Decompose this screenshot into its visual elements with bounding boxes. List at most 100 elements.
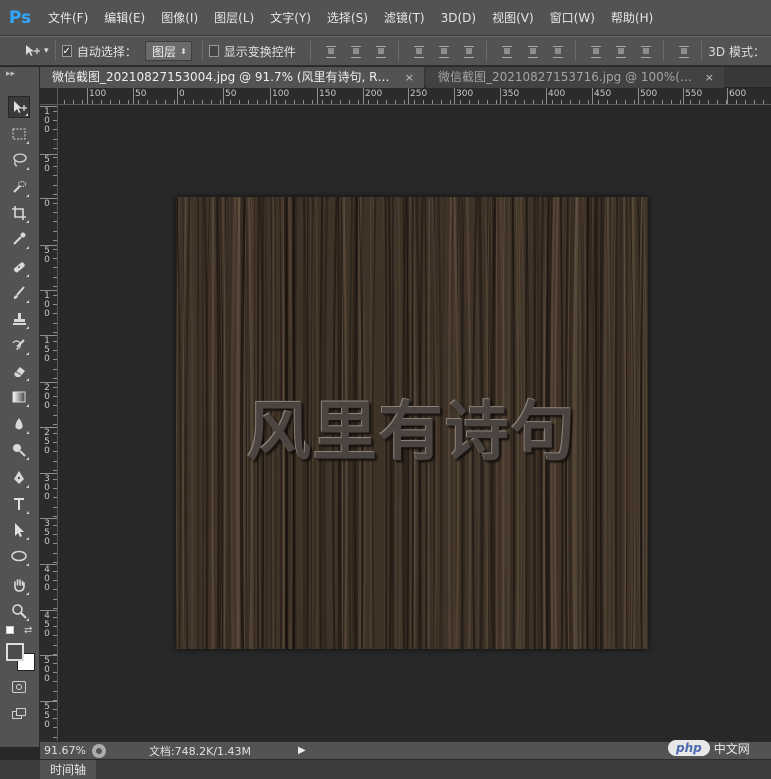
- stamp-tool[interactable]: [8, 308, 30, 330]
- ruler-minor-tick: [53, 645, 57, 646]
- ruler-minor-tick: [266, 100, 267, 104]
- menu-item[interactable]: 图像(I): [153, 0, 206, 36]
- show-transform-checkbox[interactable]: [208, 45, 219, 57]
- distribute-left-icon[interactable]: [589, 44, 601, 58]
- ruler-minor-tick: [644, 100, 645, 104]
- menu-item[interactable]: 图层(L): [206, 0, 262, 36]
- dodge-tool[interactable]: [8, 439, 30, 461]
- zoom-level[interactable]: 91.67%: [40, 744, 88, 757]
- menu-item[interactable]: 滤镜(T): [376, 0, 433, 36]
- align-vcenter-icon[interactable]: [349, 44, 362, 58]
- history-brush-tool[interactable]: [8, 334, 30, 356]
- ruler-tick: [500, 88, 501, 104]
- close-icon[interactable]: ×: [705, 67, 714, 88]
- distribute-bottom-icon[interactable]: [551, 44, 563, 58]
- zoom-tool[interactable]: [8, 600, 30, 622]
- healing-tool[interactable]: [8, 256, 30, 278]
- quick-select-tool[interactable]: [8, 176, 30, 198]
- brush-tool[interactable]: [8, 282, 30, 304]
- photoshop-logo[interactable]: Ps: [0, 0, 40, 36]
- ruler-minor-tick: [53, 286, 57, 287]
- eyedropper-tool[interactable]: [8, 228, 30, 250]
- stamp-icon: [13, 313, 26, 325]
- distribute-right-icon[interactable]: [639, 44, 652, 58]
- horizontal-ruler[interactable]: 100 50 0 50 100 150 200 250 300 350 400 450 500 550 60…: [58, 88, 771, 105]
- shape-tool[interactable]: [8, 545, 30, 567]
- marquee-tool[interactable]: [8, 123, 30, 145]
- menu-item[interactable]: 帮助(H): [603, 0, 661, 36]
- hand-tool[interactable]: [8, 574, 30, 596]
- menu-item[interactable]: 3D(D): [433, 0, 484, 36]
- ruler-minor-tick: [607, 100, 608, 104]
- path-select-tool[interactable]: [8, 519, 30, 541]
- lasso-tool[interactable]: [8, 149, 30, 171]
- close-icon[interactable]: ×: [405, 67, 414, 88]
- ruler-minor-tick: [53, 553, 57, 554]
- status-info-icon[interactable]: [92, 743, 106, 758]
- eraser-tool[interactable]: [8, 360, 30, 382]
- status-menu-arrow-icon[interactable]: ▶: [298, 745, 306, 756]
- swap-colors-icon[interactable]: ⇄: [24, 625, 32, 636]
- screen-mode-icon[interactable]: [12, 708, 26, 720]
- ruler-minor-tick: [202, 100, 203, 104]
- align-left-icon[interactable]: [412, 44, 425, 58]
- ruler-minor-tick: [193, 100, 194, 104]
- canvas-workspace[interactable]: 风里有诗句: [58, 105, 771, 741]
- crop-tool[interactable]: [8, 202, 30, 224]
- separator: [309, 41, 311, 61]
- menu-item[interactable]: 视图(V): [484, 0, 542, 36]
- align-top-icon[interactable]: [324, 44, 336, 58]
- ruler-minor-tick: [377, 100, 378, 104]
- embossed-text-layer[interactable]: 风里有诗句: [176, 381, 648, 473]
- ruler-minor-tick: [53, 617, 57, 618]
- tab-document-1[interactable]: 微信截图_20210827153004.jpg @ 91.7% (风里有诗句, …: [40, 67, 424, 88]
- document-tabs: 微信截图_20210827153004.jpg @ 91.7% (风里有诗句, …: [40, 67, 771, 88]
- ruler-minor-tick: [53, 451, 57, 452]
- distribute-hcenter-icon[interactable]: [614, 44, 627, 58]
- layer-select-dropdown[interactable]: 图层 ⬍: [144, 41, 192, 61]
- ruler-minor-tick: [53, 258, 57, 259]
- ruler-origin[interactable]: [40, 88, 58, 105]
- ruler-minor-tick: [165, 100, 166, 104]
- ruler-label: 100: [272, 89, 290, 99]
- menu-item[interactable]: 文件(F): [40, 0, 96, 36]
- distribute-top-icon[interactable]: [500, 44, 513, 58]
- ruler-minor-tick: [53, 562, 57, 563]
- menu-bar: Ps 文件(F) 编辑(E) 图像(I) 图层(L) 文字(Y) 选择(S) 滤镜(T) 3D…: [0, 0, 771, 36]
- ruler-minor-tick: [53, 387, 57, 388]
- move-tool[interactable]: [8, 96, 30, 118]
- ruler-label: 50: [135, 89, 147, 99]
- hand-icon: [14, 579, 25, 592]
- ruler-minor-tick: [53, 497, 57, 498]
- ruler-label: 400: [548, 89, 566, 99]
- pen-tool[interactable]: [8, 467, 30, 489]
- document-canvas[interactable]: 风里有诗句: [176, 197, 648, 649]
- ruler-minor-tick: [763, 100, 764, 104]
- tab-timeline[interactable]: 时间轴: [40, 760, 97, 779]
- submenu-indicator: [26, 352, 29, 355]
- menu-item[interactable]: 编辑(E): [96, 0, 153, 36]
- type-tool[interactable]: [8, 493, 30, 515]
- menu-item[interactable]: 文字(Y): [262, 0, 319, 36]
- auto-align-icon[interactable]: [677, 44, 690, 58]
- quick-mask-icon[interactable]: [12, 681, 26, 693]
- menu-item[interactable]: 选择(S): [319, 0, 376, 36]
- distribute-vcenter-icon[interactable]: [526, 44, 538, 58]
- ruler-minor-tick: [110, 100, 111, 104]
- gradient-tool[interactable]: [8, 386, 30, 408]
- vertical-ruler[interactable]: 1 0 0 5 0 0 5 0 1 0 0 1 5 0 2 0 0 2 5 0 3 0 0 3 5…: [40, 105, 58, 741]
- spinner-icon: ⬍: [180, 46, 187, 56]
- toolbar-collapse[interactable]: ▸▸: [0, 67, 39, 85]
- menu-item[interactable]: 窗口(W): [542, 0, 603, 36]
- align-hcenter-icon[interactable]: [437, 44, 450, 58]
- ruler-minor-tick: [386, 100, 387, 104]
- foreground-color-swatch[interactable]: [6, 643, 24, 661]
- ruler-label: 3 5 0: [44, 519, 50, 547]
- align-right-icon[interactable]: [462, 44, 475, 58]
- auto-select-checkbox[interactable]: ✓: [61, 45, 72, 57]
- move-tool-preset[interactable]: ▾: [0, 44, 49, 58]
- tab-document-2[interactable]: 微信截图_20210827153716.jpg @ 100%(RGB/8#) ×: [426, 67, 724, 88]
- align-bottom-icon[interactable]: [374, 44, 387, 58]
- blur-tool[interactable]: [8, 413, 30, 435]
- reset-colors-icon[interactable]: [6, 626, 14, 634]
